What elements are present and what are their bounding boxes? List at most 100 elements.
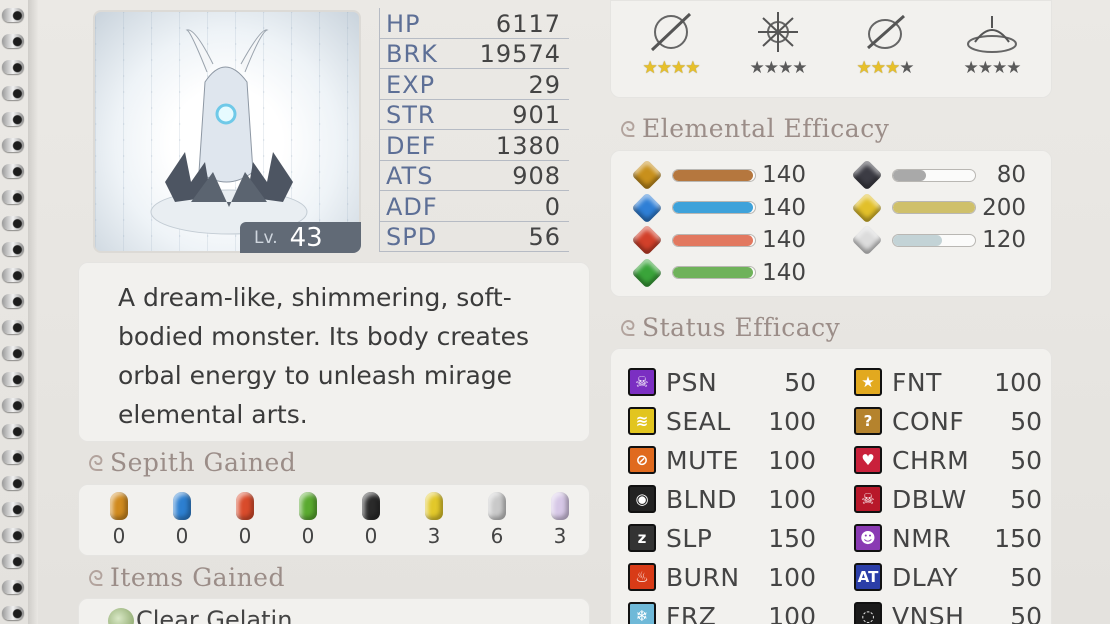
wind-element-icon [631, 256, 663, 289]
mirage-element-icon [851, 224, 883, 256]
star-rating: ★★★★ [626, 58, 716, 78]
stat-value: 56 [528, 223, 561, 251]
elemental-row: 200 [851, 191, 1026, 224]
status-value: 50 [1010, 601, 1042, 624]
stat-name: BRK [386, 40, 438, 68]
water-element-icon [631, 191, 663, 224]
stat-value: 901 [512, 101, 561, 129]
star-empty-icon: ★ [899, 58, 914, 78]
status-name: FNT [892, 367, 942, 397]
status-name: VNSH [892, 601, 965, 624]
elemental-row: 140 [631, 191, 806, 224]
sepith-count: 0 [301, 524, 315, 548]
status-value: 50 [1010, 484, 1042, 514]
earth-element-icon [631, 159, 663, 191]
status-value: 50 [784, 367, 816, 397]
stat-row: BRK 19574 [379, 38, 569, 69]
seal-icon: ≋ [628, 407, 656, 435]
nightmare-icon: ☻ [854, 524, 882, 552]
status-name: BLND [666, 484, 738, 514]
status-name: FRZ [666, 601, 717, 624]
binding-ring [2, 528, 24, 542]
binding-ring [2, 346, 24, 360]
sepith-count: 0 [364, 524, 378, 548]
stat-name: ATS [386, 162, 434, 190]
efficacy-bar [672, 168, 756, 182]
elemental-row: 120 [851, 224, 1026, 256]
efficacy-value: 80 [996, 162, 1026, 188]
sepith-count: 0 [175, 524, 189, 548]
wind-sepith-icon [299, 492, 317, 520]
star-filled-icon: ★ [656, 58, 672, 78]
efficacy-value: 140 [762, 227, 806, 253]
status-name: CHRM [892, 445, 970, 475]
level-value: 43 [289, 222, 323, 253]
fire-element-icon [631, 224, 663, 256]
star-empty-icon: ★ [992, 58, 1007, 78]
status-title-text: Status Efficacy [642, 313, 841, 342]
swirl-icon: ᘓ [620, 118, 636, 143]
stat-row: STR 901 [379, 99, 569, 130]
stat-name: STR [386, 101, 436, 129]
sepith-item: 0 [167, 492, 197, 548]
sepith-count: 3 [427, 524, 441, 548]
efficacy-value: 140 [762, 259, 806, 286]
binding-ring [2, 372, 24, 386]
monster-description: A dream-like, shimmering, soft-bodied mo… [118, 283, 530, 429]
star-empty-icon: ★ [778, 58, 793, 78]
efficacy-bar-fill [893, 234, 943, 246]
efficacy-bar-fill [673, 234, 753, 246]
star-rating: ★★★★ [947, 58, 1037, 78]
star-empty-icon: ★ [977, 58, 993, 78]
star-empty-icon: ★ [1006, 58, 1021, 78]
monster-notebook-page: Lv. 43 HP 6117 BRK 19574 EXP 29 STR 901 DEF 1380 A… [0, 0, 1110, 624]
efficacy-bar-fill [893, 202, 975, 213]
efficacy-value: 120 [982, 227, 1026, 253]
binding-ring [2, 502, 24, 516]
freeze-icon: ❄ [628, 602, 656, 624]
star-rating: ★★★★ [840, 58, 930, 78]
space-sepith-icon [425, 492, 443, 520]
swirl-icon: ᘓ [88, 452, 104, 477]
spiral-binding [0, 0, 38, 624]
efficacy-bar [892, 233, 976, 247]
status-name: NMR [892, 523, 952, 553]
elemental-row: 140 [631, 256, 806, 289]
efficacy-bar [672, 266, 756, 279]
monster-portrait [93, 10, 361, 253]
binding-ring [2, 216, 24, 230]
status-row: ? CONF 50 [854, 403, 1042, 439]
items-title-text: Items Gained [110, 563, 285, 592]
fire-sepith-icon [236, 492, 254, 520]
items-section-title: ᘓ Items Gained [88, 563, 285, 592]
binding-ring [2, 398, 24, 412]
status-name: BURN [666, 562, 740, 592]
monster-sprite [150, 29, 308, 235]
binding-ring [2, 320, 24, 334]
attack-resist-item: ★★★★ [840, 10, 930, 78]
stat-row: ATS 908 [379, 160, 569, 191]
pierce-resist-icon [858, 10, 912, 54]
items-panel: Clear Gelatin [78, 598, 590, 624]
sepith-count: 3 [553, 524, 567, 548]
deathblow-icon: ☠ [854, 485, 882, 513]
efficacy-bar [892, 201, 976, 214]
stat-value: 6117 [495, 9, 561, 38]
swirl-icon: ᘓ [88, 567, 104, 592]
binding-ring [2, 164, 24, 178]
binding-ring [2, 138, 24, 152]
water-sepith-icon [173, 492, 191, 520]
status-name: PSN [666, 367, 718, 397]
status-row: ◌ VNSH 50 [854, 598, 1042, 624]
status-row: z SLP 150 [628, 520, 816, 556]
status-panel: ☠ PSN 50 ≋ SEAL 100 ⊘ MUTE 100 ◉ BLND 100 z SLP 150 ♨ BU… [610, 348, 1052, 624]
status-name: DLAY [892, 562, 959, 592]
sepith-item: 0 [104, 492, 134, 548]
binding-ring [2, 8, 24, 22]
status-name: MUTE [666, 445, 739, 475]
status-row: ☻ NMR 150 [854, 520, 1042, 556]
status-row: AT DLAY 50 [854, 559, 1042, 595]
star-empty-icon: ★ [749, 58, 765, 78]
stat-name: SPD [386, 223, 438, 251]
status-row: ★ FNT 100 [854, 364, 1042, 400]
